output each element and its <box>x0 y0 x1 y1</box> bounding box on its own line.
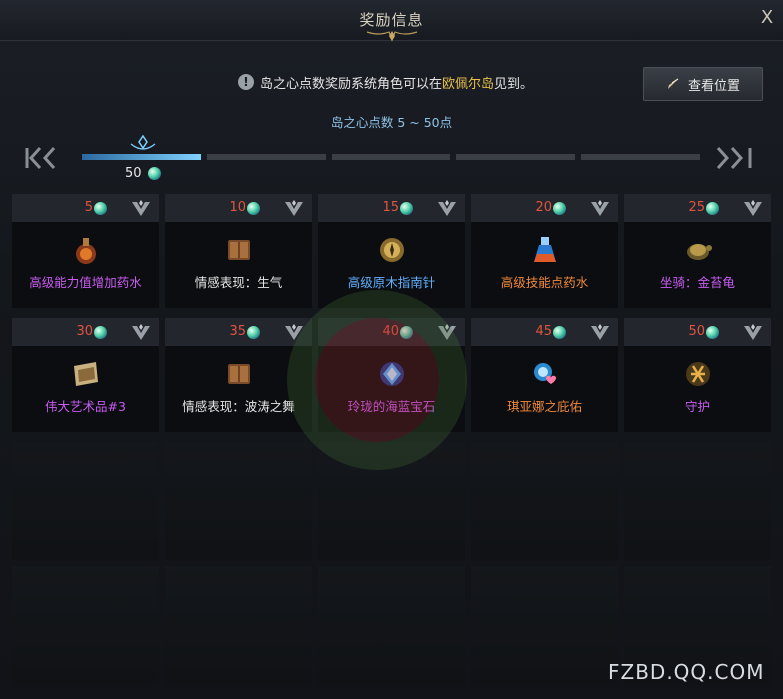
rank-emblem-icon <box>285 200 303 216</box>
reward-cell-header: 25 <box>624 194 771 222</box>
title-ornament-icon <box>366 31 418 42</box>
book-icon <box>228 364 250 384</box>
island-heart-gem-icon <box>553 326 566 339</box>
reward-cell-header: 50 <box>624 318 771 346</box>
reward-points: 25 <box>688 200 705 215</box>
painting-icon <box>74 362 98 386</box>
reward-cell-header: 10 <box>165 194 312 222</box>
progress-segment <box>82 154 201 160</box>
island-heart-gem-icon <box>147 167 161 180</box>
reward-cell[interactable]: 45 琪亚娜之庇佑 <box>471 318 618 432</box>
reward-points: 35 <box>229 324 246 339</box>
reward-name: 琪亚娜之庇佑 <box>506 399 582 414</box>
rank-emblem-icon <box>744 324 762 340</box>
island-heart-gem-icon <box>94 326 107 339</box>
compass-item-icon <box>380 238 404 262</box>
compass-icon <box>667 78 679 89</box>
last-page-button[interactable] <box>712 143 756 173</box>
reward-points: 50 <box>688 324 705 339</box>
empty-reward-slot <box>318 566 465 686</box>
blessing-icon <box>534 363 556 384</box>
island-heart-gem-icon <box>247 326 260 339</box>
island-heart-gem-icon <box>247 202 260 215</box>
reward-cell-header: 5 <box>12 194 159 222</box>
reward-points: 30 <box>76 324 93 339</box>
first-page-button[interactable] <box>24 143 68 173</box>
reward-points: 10 <box>229 200 246 215</box>
island-heart-gem-icon <box>400 202 413 215</box>
empty-reward-slot <box>165 566 312 686</box>
reward-points: 5 <box>84 200 93 215</box>
progress-segment <box>206 154 326 160</box>
reward-name: 高级技能点药水 <box>500 275 589 290</box>
island-heart-gem-icon <box>706 326 719 339</box>
empty-reward-slot <box>624 442 771 560</box>
reward-cell[interactable]: 30 伟大艺术品#3 <box>12 318 159 432</box>
double-chevron-left-icon <box>25 146 56 170</box>
reward-cell[interactable]: 25 坐骑：金苔龟 <box>624 194 771 308</box>
reward-cell-header: 30 <box>12 318 159 346</box>
reward-cell[interactable]: 20 高级技能点药水 <box>471 194 618 308</box>
title-bar: 奖励信息 X <box>0 0 783 42</box>
window-title: 奖励信息 <box>359 11 424 29</box>
progress-segment <box>331 154 451 160</box>
reward-cell[interactable]: 5 高级能力值增加药水 <box>12 194 159 308</box>
reward-name: 高级能力值增加药水 <box>29 275 142 290</box>
view-location-label: 查看位置 <box>687 78 740 94</box>
close-button[interactable]: X <box>757 8 777 28</box>
reward-cell[interactable]: 50 守护 <box>624 318 771 432</box>
rank-emblem-icon <box>438 200 456 216</box>
site-watermark: FZBD.QQ.COM <box>608 660 765 684</box>
rune-icon <box>686 362 710 386</box>
progress-bar <box>82 154 700 160</box>
rank-emblem-icon <box>744 200 762 216</box>
progress-segment <box>581 154 700 160</box>
view-location-button[interactable]: 查看位置 <box>643 67 763 101</box>
rank-emblem-icon <box>591 324 609 340</box>
rank-emblem-icon <box>591 200 609 216</box>
empty-reward-slot <box>12 566 159 686</box>
notice-location-highlight: 欧佩尔岛 <box>442 76 495 92</box>
island-heart-gem-icon <box>706 202 719 215</box>
flask-icon <box>534 237 556 262</box>
double-chevron-right-icon <box>716 146 752 170</box>
reward-cell-header: 20 <box>471 194 618 222</box>
reward-name: 伟大艺术品#3 <box>45 399 126 414</box>
island-heart-gem-icon <box>94 202 107 215</box>
progress-marker-icon <box>130 134 156 150</box>
potion-icon <box>76 238 96 264</box>
notice-text: ! 岛之心点数奖励系统角色可以在 欧佩尔岛 见到。 <box>238 72 533 92</box>
rank-emblem-icon <box>132 200 150 216</box>
reward-name: 坐骑：金苔龟 <box>659 275 735 290</box>
reward-points: 15 <box>382 200 399 215</box>
watermark-stamp-icon <box>287 290 467 470</box>
empty-reward-slot <box>471 566 618 686</box>
notice-prefix: 岛之心点数奖励系统角色可以在 <box>260 76 443 92</box>
reward-info-window: 奖励信息 X ! 岛之心点数奖励系统角色可以在 欧佩尔岛 见到。 查看位置 岛之… <box>0 0 783 699</box>
notice-suffix: 见到。 <box>494 76 534 92</box>
reward-cell-header: 15 <box>318 194 465 222</box>
island-heart-gem-icon <box>553 202 566 215</box>
points-range-label: 岛之心点数 5 ~ 50点 <box>330 115 453 130</box>
reward-points: 20 <box>535 200 552 215</box>
info-icon: ! <box>238 74 254 90</box>
progress-value: 50 <box>125 166 161 181</box>
reward-name: 守护 <box>684 399 710 414</box>
reward-cell-header: 45 <box>471 318 618 346</box>
turtle-mount-icon <box>687 244 712 260</box>
book-icon <box>228 240 250 260</box>
rank-emblem-icon <box>132 324 150 340</box>
empty-reward-slot <box>471 442 618 560</box>
empty-reward-slot <box>12 442 159 560</box>
progress-value-label: 50 <box>125 166 142 181</box>
reward-points: 45 <box>535 324 552 339</box>
progress-segment <box>456 154 576 160</box>
